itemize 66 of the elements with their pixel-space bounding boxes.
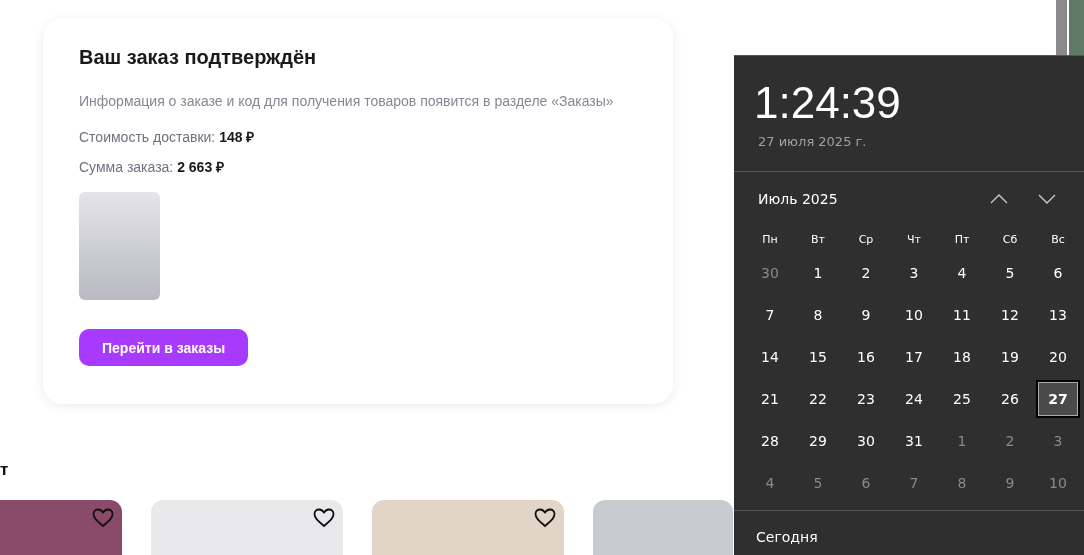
scrollbar[interactable] [1056, 0, 1067, 56]
calendar-day[interactable]: 6 [1036, 254, 1080, 292]
calendar-day[interactable]: 22 [796, 380, 840, 418]
calendar-day[interactable]: 18 [940, 338, 984, 376]
weekday-label: Пн [761, 231, 779, 248]
weekday-label: Вс [1050, 231, 1066, 248]
photo-placeholder[interactable] [79, 192, 160, 300]
calendar-day[interactable]: 9 [844, 296, 888, 334]
clock-date[interactable]: 27 июля 2025 г. [758, 134, 1084, 149]
heart-icon[interactable] [534, 508, 556, 528]
calendar-day[interactable]: 30 [844, 422, 888, 460]
calendar-day[interactable]: 23 [844, 380, 888, 418]
calendar-day[interactable]: 2 [844, 254, 888, 292]
calendar-day[interactable]: 7 [892, 464, 936, 502]
calendar-day[interactable]: 25 [940, 380, 984, 418]
calendar-day[interactable]: 30 [748, 254, 792, 292]
desktop-background [1069, 0, 1084, 56]
calendar-day[interactable]: 21 [748, 380, 792, 418]
calendar-day[interactable]: 28 [748, 422, 792, 460]
weekday-label: Ср [857, 231, 875, 248]
calendar-day[interactable]: 10 [892, 296, 936, 334]
calendar-day[interactable]: 15 [796, 338, 840, 376]
calendar-day[interactable]: 14 [748, 338, 792, 376]
calendar-day[interactable]: 7 [748, 296, 792, 334]
calendar-day[interactable]: 1 [796, 254, 840, 292]
calendar-day[interactable]: 1 [940, 422, 984, 460]
chevron-up-icon [990, 193, 1008, 204]
weekday-label: Пт [953, 231, 971, 248]
calendar-day[interactable]: 5 [796, 464, 840, 502]
calendar-day[interactable]: 8 [940, 464, 984, 502]
month-label[interactable]: Июль 2025 [758, 191, 964, 207]
calendar-day[interactable]: 16 [844, 338, 888, 376]
order-title: Ваш заказ подтверждён [79, 46, 318, 69]
calendar-day[interactable]: 3 [1036, 422, 1080, 460]
calendar-day[interactable]: 3 [892, 254, 936, 292]
calendar-day[interactable]: 19 [988, 338, 1032, 376]
calendar-day[interactable]: 4 [940, 254, 984, 292]
heart-icon[interactable] [313, 508, 335, 528]
order-info: Информация о заказе и код для получения товаров появится в разделе «Заказы» [79, 93, 615, 109]
summary-line: Стоимость доставки: 148 ₽ [79, 128, 256, 146]
calendar-day[interactable]: 17 [892, 338, 936, 376]
calendar-day[interactable]: 8 [796, 296, 840, 334]
calendar-day[interactable]: 27 [1036, 380, 1080, 418]
weekday-label: Сб [1001, 231, 1019, 248]
orders-button[interactable]: Перейти в заказы [79, 329, 249, 366]
clock-time: 1:24:39 [754, 78, 902, 128]
calendar-day[interactable]: 5 [988, 254, 1032, 292]
weekday-label: Вт [810, 231, 826, 248]
calendar-day[interactable]: 12 [988, 296, 1032, 334]
calendar-day[interactable]: 13 [1036, 296, 1080, 334]
calendar-day[interactable]: 29 [796, 422, 840, 460]
calendar-day[interactable]: 26 [988, 380, 1032, 418]
calendar-day[interactable]: 11 [940, 296, 984, 334]
calendar-day[interactable]: 31 [892, 422, 936, 460]
calendar-day[interactable]: 2 [988, 422, 1032, 460]
today-button[interactable]: Сегодня [756, 529, 818, 545]
calendar-day[interactable]: 10 [1036, 464, 1080, 502]
calendar-day[interactable]: 4 [748, 464, 792, 502]
calendar-day[interactable]: 9 [988, 464, 1032, 502]
calendar-day[interactable]: 24 [892, 380, 936, 418]
section-heading: т [0, 460, 10, 480]
weekday-label: Чт [906, 231, 922, 248]
chevron-down-icon [1038, 193, 1056, 204]
summary-line: Сумма заказа: 2 663 ₽ [79, 158, 226, 176]
calendar-day[interactable]: 20 [1036, 338, 1080, 376]
calendar-day[interactable]: 6 [844, 464, 888, 502]
